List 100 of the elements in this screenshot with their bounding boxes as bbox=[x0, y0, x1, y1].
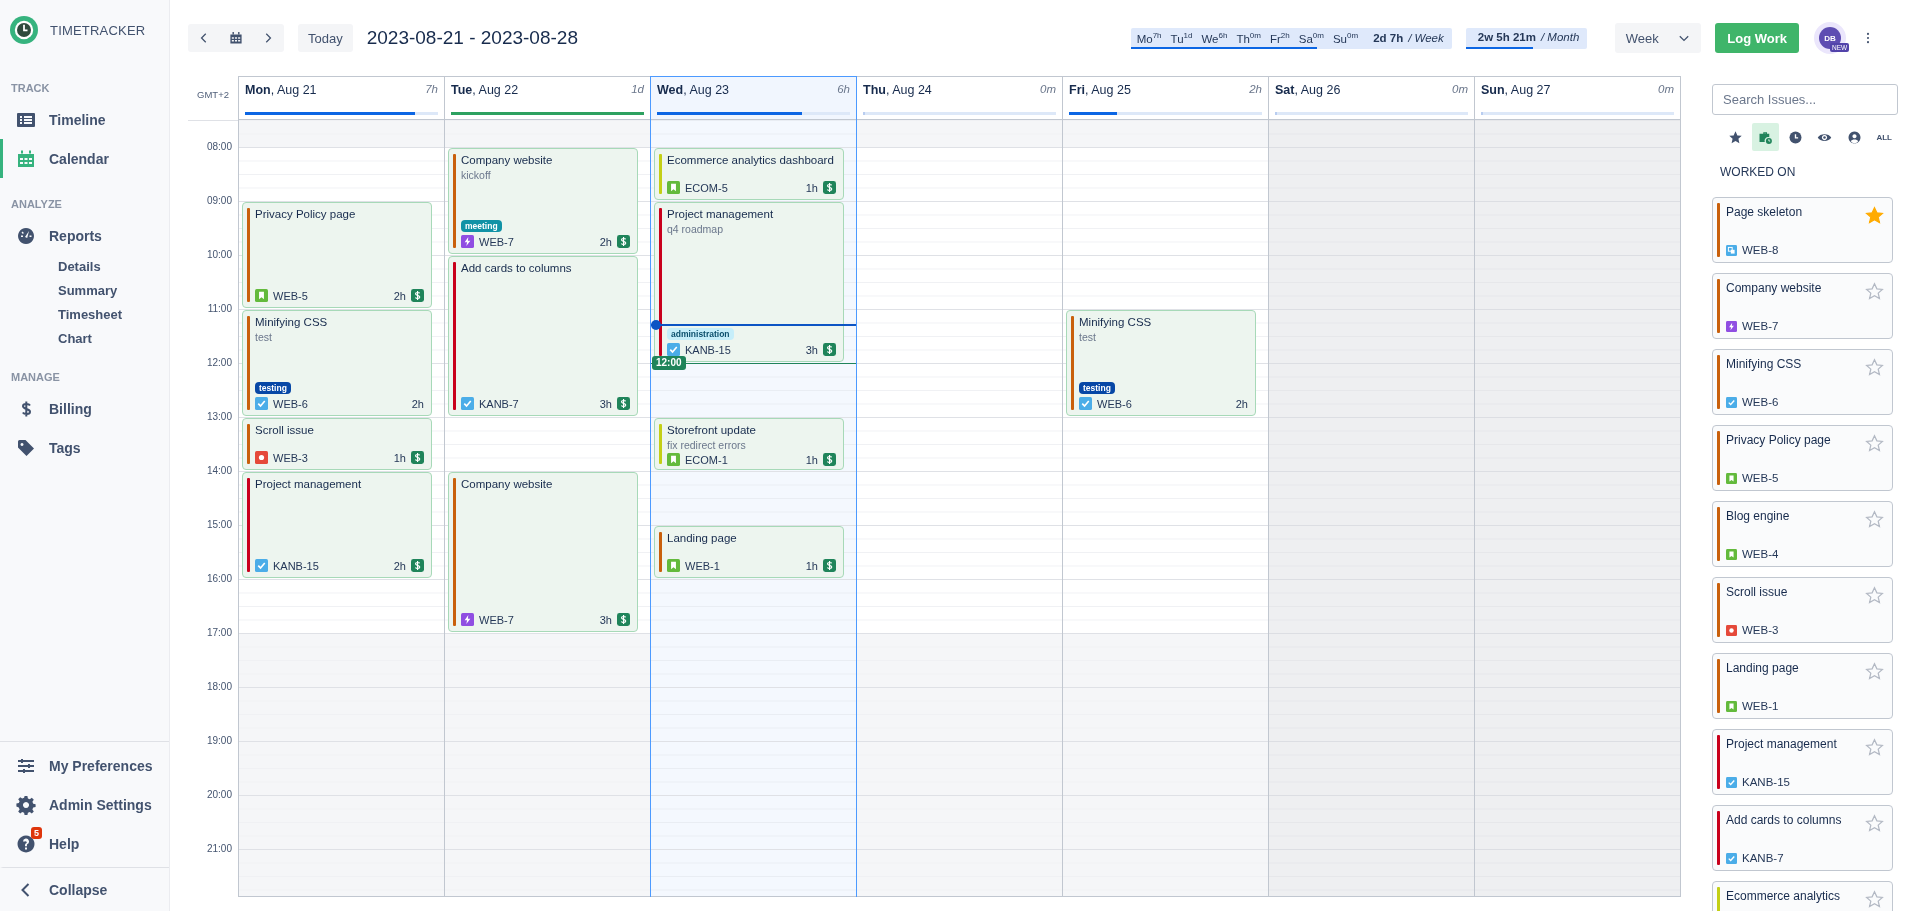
nav-item[interactable]: Calendar bbox=[0, 139, 169, 178]
record-icon bbox=[1726, 624, 1737, 636]
worklog-card[interactable]: Project management KANB-15 2h bbox=[242, 471, 432, 578]
star-filled-icon[interactable] bbox=[1865, 206, 1884, 225]
worklog-card[interactable]: Add cards to columns KANB-7 3h bbox=[448, 255, 638, 416]
nav-item[interactable]: 5 Help bbox=[0, 824, 169, 863]
nav-subitem[interactable]: Timesheet bbox=[0, 303, 169, 327]
hour-label: 09:00 bbox=[205, 195, 233, 208]
worklog-description: test bbox=[255, 329, 273, 344]
checkbox-icon bbox=[1726, 776, 1737, 788]
nav-subitem[interactable]: Summary bbox=[0, 279, 169, 303]
day-total: 2h bbox=[1249, 83, 1262, 97]
day-summary: Su$^{0m}$ bbox=[1332, 30, 1359, 45]
worklog-card[interactable]: Scroll issue WEB-3 1h bbox=[242, 417, 432, 470]
today-button[interactable]: Today bbox=[298, 24, 353, 52]
worklog-card[interactable]: Company website WEB-7 3h bbox=[448, 471, 638, 632]
issue-card[interactable]: Company website WEB-7 bbox=[1712, 273, 1893, 339]
issue-card[interactable]: Landing page WEB-1 bbox=[1712, 653, 1893, 719]
day-total: 6h bbox=[837, 83, 850, 97]
worklog-card[interactable]: Ecommerce analytics dashboard ECOM-5 1h bbox=[654, 147, 844, 200]
search-field[interactable]: Search Issues... bbox=[1712, 84, 1898, 115]
worklog-card[interactable]: Company website kickoff meeting WEB-7 2h bbox=[448, 147, 638, 254]
issue-key: WEB-4 bbox=[1742, 548, 1779, 560]
worklog-card[interactable]: Minifying CSS test testing WEB-6 2h bbox=[1066, 309, 1256, 416]
subtask-icon bbox=[1726, 244, 1737, 256]
collapse-button[interactable]: Collapse bbox=[0, 867, 169, 911]
day-total: 7h bbox=[425, 83, 438, 97]
issue-card[interactable]: Add cards to columns KANB-7 bbox=[1712, 805, 1893, 871]
nav-item[interactable]: Reports bbox=[0, 216, 169, 255]
issue-title: Blog engine bbox=[1726, 509, 1790, 524]
star-outline-icon[interactable] bbox=[1865, 434, 1884, 453]
issue-key: WEB-8 bbox=[1742, 244, 1779, 256]
duration: 2h bbox=[1235, 397, 1248, 410]
lightning-icon bbox=[1726, 320, 1737, 332]
calendar-icon bbox=[16, 148, 36, 169]
week-unit: / Week bbox=[1408, 32, 1444, 45]
worklog-title: Minifying CSS bbox=[1079, 314, 1153, 330]
view-dropdown[interactable]: Week bbox=[1615, 23, 1702, 53]
star-outline-icon[interactable] bbox=[1865, 890, 1884, 909]
nav-item[interactable]: Tags bbox=[0, 428, 169, 467]
nav-subitem[interactable]: Details bbox=[0, 255, 169, 279]
issue-title: Page skeleton bbox=[1726, 205, 1803, 220]
star-outline-icon[interactable] bbox=[1865, 738, 1884, 757]
tag-label: administration bbox=[667, 327, 734, 340]
day-total: 0m bbox=[1658, 83, 1674, 97]
bookmark-icon bbox=[667, 181, 680, 195]
duration: 2h bbox=[599, 235, 612, 248]
tag-label: testing bbox=[1079, 381, 1115, 394]
star-outline-icon[interactable] bbox=[1865, 586, 1884, 605]
worklog-card[interactable]: Landing page WEB-1 1h bbox=[654, 525, 844, 578]
issue-key: ECOM-1 bbox=[685, 453, 728, 466]
star-outline-icon[interactable] bbox=[1865, 282, 1884, 301]
clock-icon bbox=[1787, 129, 1803, 145]
day-summary: We$^{6h}$ bbox=[1201, 30, 1228, 45]
issue-card[interactable]: Ecommerce analytics bbox=[1712, 881, 1893, 911]
issue-card[interactable]: Project management KANB-15 bbox=[1712, 729, 1893, 795]
help-icon bbox=[16, 833, 36, 854]
week-total: 2d 7h bbox=[1373, 32, 1404, 45]
day-summary: Fr$^{2h}$ bbox=[1269, 30, 1290, 45]
day-total: 0m bbox=[1040, 83, 1056, 97]
month-total: 2w 5h 21m bbox=[1477, 30, 1536, 43]
bookmark-icon bbox=[1726, 472, 1737, 484]
issue-card[interactable]: Privacy Policy page WEB-5 bbox=[1712, 425, 1893, 491]
star-outline-icon[interactable] bbox=[1865, 662, 1884, 681]
issue-card[interactable]: Scroll issue WEB-3 bbox=[1712, 577, 1893, 643]
section-title: WORKED ON bbox=[1719, 164, 1797, 181]
issue-card[interactable]: Blog engine WEB-4 bbox=[1712, 501, 1893, 567]
worklog-title: Minifying CSS bbox=[255, 314, 329, 330]
issue-key: WEB-5 bbox=[273, 289, 308, 302]
issue-card[interactable]: Minifying CSS WEB-6 bbox=[1712, 349, 1893, 415]
nav-item[interactable]: Billing bbox=[0, 389, 169, 428]
issue-title: Privacy Policy page bbox=[1726, 433, 1831, 448]
worklog-title: Add cards to columns bbox=[461, 260, 573, 276]
worklog-card[interactable]: Minifying CSS test testing WEB-6 2h bbox=[242, 309, 432, 416]
hour-label: 18:00 bbox=[205, 681, 233, 694]
issue-card[interactable]: Page skeleton WEB-8 bbox=[1712, 197, 1893, 263]
hour-label: 14:00 bbox=[205, 465, 233, 478]
gear-icon bbox=[16, 794, 36, 815]
all-filter-button[interactable]: ALL bbox=[1870, 123, 1898, 151]
day-date: Thu, Aug 24 bbox=[863, 83, 932, 97]
user-icon bbox=[1847, 129, 1862, 145]
worklog-description: kickoff bbox=[461, 167, 492, 182]
issue-key: ECOM-5 bbox=[685, 181, 728, 194]
star-outline-icon[interactable] bbox=[1865, 358, 1884, 377]
hour-label: 19:00 bbox=[205, 735, 233, 748]
nav-item[interactable]: Admin Settings bbox=[0, 785, 169, 824]
nav-item[interactable]: My Preferences bbox=[0, 746, 169, 785]
nav-subitem[interactable]: Chart bbox=[0, 327, 169, 351]
worklog-card[interactable]: Storefront update fix redirect errors ECOM-1 1h bbox=[654, 417, 844, 470]
issue-key: WEB-3 bbox=[273, 451, 308, 464]
checkbox-icon bbox=[1726, 396, 1737, 408]
worklog-card[interactable]: Privacy Policy page WEB-5 2h bbox=[242, 201, 432, 308]
filter-button[interactable] bbox=[1751, 123, 1780, 151]
star-outline-icon[interactable] bbox=[1865, 510, 1884, 529]
issue-key: KANB-15 bbox=[685, 343, 731, 356]
day-date: Sat, Aug 26 bbox=[1275, 83, 1341, 97]
nav-item[interactable]: Timeline bbox=[0, 100, 169, 139]
checkbox-icon bbox=[255, 559, 268, 573]
star-outline-icon[interactable] bbox=[1865, 814, 1884, 833]
app-name: TIMETRACKER bbox=[50, 22, 146, 38]
